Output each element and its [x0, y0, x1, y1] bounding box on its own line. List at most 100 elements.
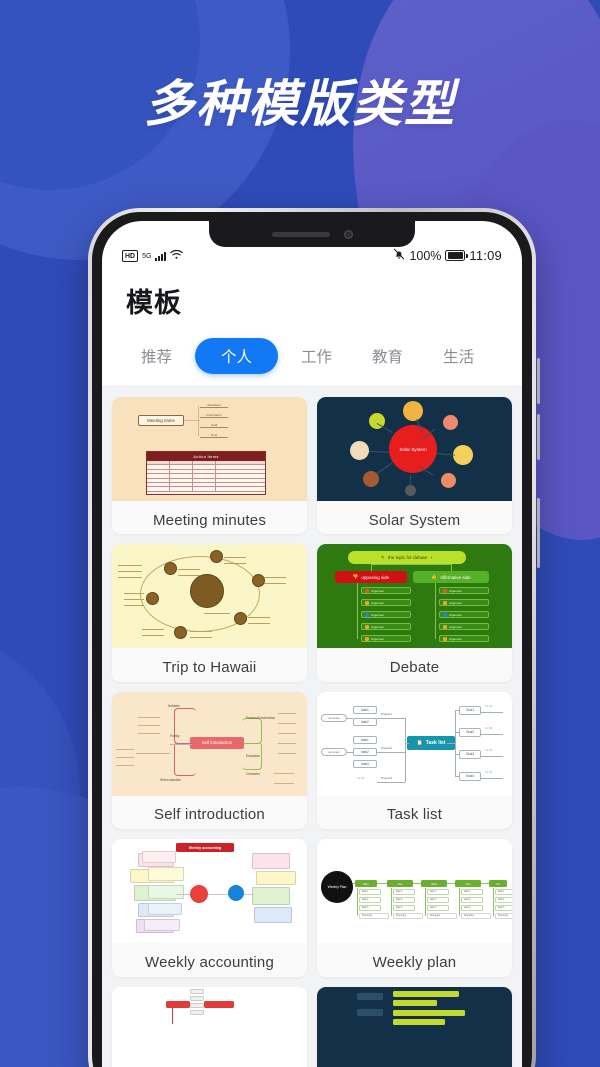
day-header: Fri: [489, 880, 507, 888]
template-thumbnail: Meeting name Attendees Information Goal …: [112, 397, 307, 501]
debate-argument: Argument: [361, 623, 411, 631]
mindmap-root-node: Self introduction: [190, 736, 244, 749]
debate-affirmative-side-node: 👍 Affirmative side: [413, 571, 489, 584]
speaker-grill-icon: [271, 231, 330, 237]
day-header: Tue: [387, 880, 413, 888]
clock-label: 11:09: [469, 248, 502, 263]
plan-item: task 3: [461, 905, 483, 911]
plan-summary: Summary: [427, 913, 457, 919]
template-card-label: Meeting minutes: [112, 501, 307, 535]
promo-screenshot: 多种模版类型 HD 5G 100% 11:09 模板 推荐 个人 工作 教育 生…: [0, 0, 600, 1067]
project-due-label: 11:00: [357, 775, 365, 780]
mindmap-branch-label: Character: [246, 771, 260, 776]
template-card-label: Task list: [317, 795, 512, 830]
template-grid: Meeting name Attendees Information Goal …: [102, 387, 522, 1067]
template-card-trip-to-hawaii[interactable]: Trip to Hawaii: [112, 544, 307, 682]
template-card-self-introduction[interactable]: Self introduction Hobbies Family Self-ev…: [112, 691, 307, 830]
background-circle-left-mid: [0, 627, 80, 957]
plan-item: task 1: [461, 889, 483, 895]
template-thumbnail: Self introduction Hobbies Family Self-ev…: [112, 691, 307, 796]
template-thumbnail: Solar System: [317, 397, 512, 501]
battery-percent-label: 100%: [409, 248, 442, 263]
debate-argument: Argument: [361, 587, 411, 595]
template-card-partial-right[interactable]: [317, 986, 512, 1067]
debate-argument: Argument: [361, 599, 411, 607]
mindmap-leaf: Goal: [200, 423, 228, 428]
template-card-label: Self introduction: [112, 795, 307, 830]
hd-icon: HD: [122, 250, 139, 262]
subtask-node: task1: [353, 705, 377, 714]
project-label: Project2: [381, 745, 393, 750]
debate-argument: Argument: [439, 611, 489, 619]
category-tabs[interactable]: 推荐 个人 工作 教育 生活: [102, 320, 522, 386]
debate-affirmative-label: Affirmative side: [439, 574, 471, 580]
summary-node: summary: [321, 747, 347, 756]
bell-muted-icon: [393, 248, 405, 263]
plan-item: task 2: [427, 897, 449, 903]
mindmap-leaf: Information: [200, 413, 228, 418]
plan-item: task 1: [393, 889, 415, 895]
task-node: Task1: [459, 705, 481, 715]
template-card-debate[interactable]: ✎ the topic for debate + 👎 opposing side: [317, 544, 512, 682]
project-label: Project3: [381, 775, 393, 780]
template-card-weekly-accounting[interactable]: Weekly accounting Weekly accounting: [112, 839, 307, 977]
mindmap-root-node: Meeting name: [138, 415, 184, 426]
tab-life[interactable]: 生活: [426, 338, 491, 374]
template-card-solar-system[interactable]: Solar System Solar System: [317, 397, 512, 535]
phone-bezel: HD 5G 100% 11:09 模板 推荐 个人 工作 教育 生活 Meeti…: [92, 212, 532, 1067]
plan-item: task 1: [427, 889, 449, 895]
template-thumbnail: [112, 544, 307, 649]
template-thumbnail: Weekly Plan Mon Tue Wed Thu Fri task 1 t…: [317, 839, 512, 944]
task-due-label: 11:00: [485, 725, 493, 730]
promo-headline: 多种模版类型: [144, 75, 456, 133]
subtask-node: task3: [353, 759, 377, 768]
wifi-icon: [170, 249, 184, 263]
debate-argument: Argument: [439, 623, 489, 631]
mindmap-root-node: Weekly Plan: [321, 871, 353, 904]
phone-screen: HD 5G 100% 11:09 模板 推荐 个人 工作 教育 生活 Meeti…: [102, 221, 522, 1067]
debate-opposing-label: opposing side: [361, 574, 390, 580]
plan-item: task 1: [359, 889, 381, 895]
template-card-meeting-minutes[interactable]: Meeting name Attendees Information Goal …: [112, 397, 307, 535]
volume-down-button[interactable]: [537, 414, 540, 460]
debate-argument: Argument: [439, 599, 489, 607]
plan-item: task 3: [359, 905, 381, 911]
task-node: Task4: [459, 771, 481, 781]
network-generation-label: 5G: [142, 252, 152, 260]
template-thumbnail: ✎ the topic for debate + 👎 opposing side: [317, 544, 512, 649]
mindmap-branch-node: [234, 612, 247, 626]
status-bar-left: HD 5G: [122, 249, 184, 263]
task-due-label: 11:00: [485, 769, 493, 774]
subtask-node: task1: [353, 735, 377, 744]
tab-recommend[interactable]: 推荐: [124, 338, 189, 374]
mindmap-root-node: Weekly accounting: [176, 843, 234, 853]
plan-item: task 1: [495, 889, 512, 895]
planet-node: [443, 415, 458, 430]
plan-summary: Summary: [495, 913, 512, 919]
task-node: Task2: [459, 727, 481, 737]
phone-mockup: HD 5G 100% 11:09 模板 推荐 个人 工作 教育 生活 Meeti…: [88, 208, 540, 1067]
template-card-weekly-plan[interactable]: Weekly Plan Mon Tue Wed Thu Fri task 1 t…: [317, 839, 512, 977]
signal-bars-icon: [155, 251, 167, 261]
planet-node: [403, 401, 423, 421]
task-node: Task3: [459, 749, 481, 759]
template-card-task-list[interactable]: 📋 Task list summary summary task1 task2 …: [317, 691, 512, 830]
tab-personal[interactable]: 个人: [195, 338, 279, 374]
clipboard-icon: 📋: [416, 739, 423, 746]
tab-work[interactable]: 工作: [284, 338, 349, 374]
tab-education[interactable]: 教育: [355, 338, 420, 374]
day-header: Wed: [421, 880, 447, 888]
thumbs-up-icon: 👍: [431, 574, 437, 580]
plan-summary: Summary: [359, 913, 389, 919]
mindmap-branch-label: Self-evaluation: [160, 777, 182, 782]
debate-argument: Argument: [361, 635, 411, 643]
template-card-partial-left[interactable]: [112, 986, 307, 1067]
mindmap-branch-label: Hobbies: [168, 703, 180, 708]
day-header: Mon: [355, 880, 377, 888]
status-bar-right: 100% 11:09: [393, 248, 502, 263]
volume-up-button[interactable]: [537, 358, 540, 404]
plan-item: task 2: [495, 897, 512, 903]
plan-item: task 3: [393, 905, 415, 911]
power-button[interactable]: [537, 498, 540, 568]
planet-node: [441, 473, 456, 488]
